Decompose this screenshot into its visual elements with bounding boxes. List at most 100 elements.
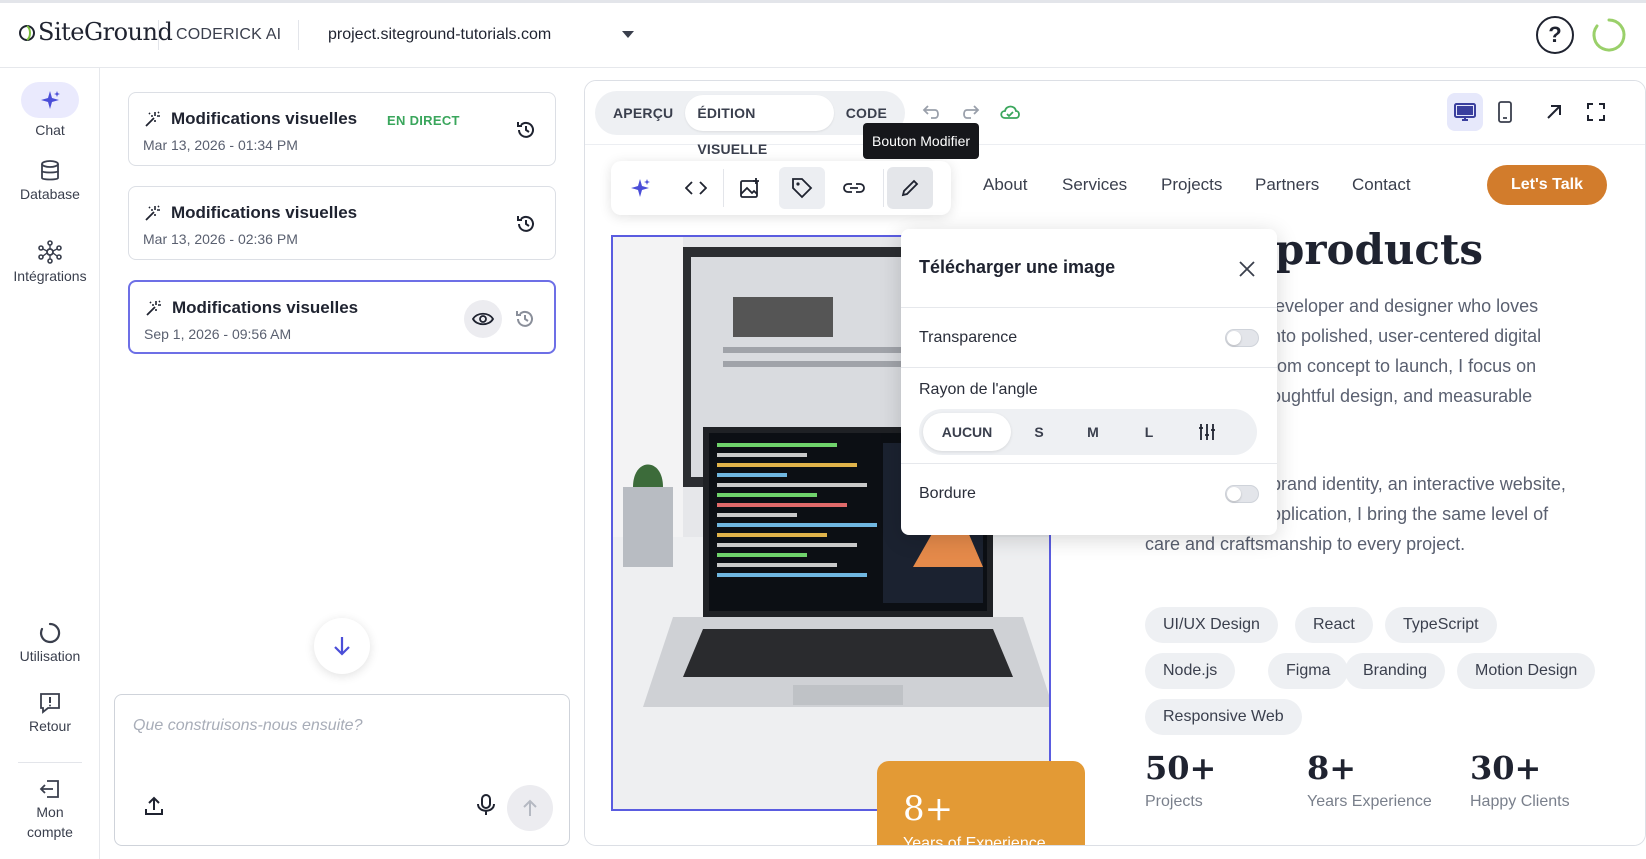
code-tool[interactable] bbox=[673, 167, 719, 209]
site-nav-about[interactable]: About bbox=[983, 175, 1027, 195]
skill-chip: Motion Design bbox=[1457, 653, 1596, 689]
site-selector[interactable]: project.siteground-tutorials.com bbox=[328, 26, 551, 44]
hero-paragraph-line[interactable]: rom concept to launch, I focus on bbox=[1271, 351, 1536, 381]
popover-title: Télécharger une image bbox=[919, 257, 1116, 277]
chevron-down-icon[interactable] bbox=[622, 30, 634, 40]
hero-paragraph-line[interactable]: brand identity, an interactive website, bbox=[1271, 469, 1566, 499]
link-icon bbox=[843, 183, 865, 193]
restore-history-icon[interactable] bbox=[515, 213, 537, 235]
undo-icon[interactable] bbox=[921, 101, 943, 123]
stat-number: 30+ bbox=[1470, 749, 1542, 787]
experience-number: 8+ bbox=[903, 789, 954, 829]
siteground-logo[interactable]: SiteGround bbox=[18, 18, 173, 46]
history-date: Mar 13, 2026 - 02:36 PM bbox=[143, 231, 298, 247]
arrow-down-icon bbox=[334, 637, 350, 656]
edit-button-tool[interactable] bbox=[887, 167, 933, 209]
tool-divider bbox=[723, 169, 724, 207]
divider bbox=[901, 367, 1277, 368]
nav-feedback-label: Retour bbox=[28, 718, 72, 734]
replace-image-tool[interactable] bbox=[727, 167, 773, 209]
edit-button-tooltip: Bouton Modifier bbox=[863, 123, 980, 159]
tag-icon bbox=[792, 178, 813, 199]
nav-database-label: Database bbox=[20, 186, 80, 202]
open-external-icon[interactable] bbox=[1543, 101, 1565, 123]
hero-paragraph-line[interactable]: leveloper and designer who loves bbox=[1271, 291, 1538, 321]
tab-visual-edit[interactable]: ÉDITION VISUELLE bbox=[685, 95, 834, 157]
radius-m-option[interactable]: M bbox=[1073, 413, 1113, 451]
site-nav-partners[interactable]: Partners bbox=[1255, 175, 1319, 195]
restore-history-icon[interactable] bbox=[515, 119, 537, 141]
custom-adjust-icon bbox=[1199, 424, 1215, 440]
radius-none-option[interactable]: AUCUN bbox=[923, 413, 1011, 451]
magic-wand-icon bbox=[146, 300, 161, 316]
divider bbox=[901, 463, 1277, 464]
divider bbox=[298, 20, 299, 50]
restore-history-icon[interactable] bbox=[514, 308, 536, 330]
corner-radius-label: Rayon de l'angle bbox=[919, 381, 1038, 398]
experience-badge[interactable]: 8+ Years of Experience bbox=[877, 761, 1085, 846]
nav-account-label-1: Mon bbox=[36, 804, 64, 820]
scroll-down-button[interactable] bbox=[314, 618, 370, 674]
element-edit-toolbar bbox=[611, 161, 951, 215]
tag-tool[interactable] bbox=[779, 167, 825, 209]
nav-account[interactable]: Mon compte bbox=[0, 778, 100, 840]
upload-icon[interactable] bbox=[143, 795, 165, 817]
image-edit-icon bbox=[740, 178, 759, 198]
skill-chip: Branding bbox=[1345, 653, 1446, 689]
nav-feedback[interactable]: Retour bbox=[0, 692, 100, 734]
mobile-icon bbox=[1498, 101, 1512, 123]
history-date: Mar 13, 2026 - 01:34 PM bbox=[143, 137, 298, 153]
transparency-toggle[interactable] bbox=[1225, 329, 1259, 347]
close-icon[interactable] bbox=[1237, 259, 1257, 279]
preview-pane: APERÇU ÉDITION VISUELLE CODE About Servi… bbox=[584, 80, 1646, 846]
experience-label: Years of Experience bbox=[903, 835, 1046, 846]
help-icon: ? bbox=[1548, 22, 1562, 47]
chat-input-placeholder[interactable]: Que construisons-nous ensuite? bbox=[133, 717, 362, 735]
top-stripe bbox=[0, 0, 1646, 3]
link-tool[interactable] bbox=[831, 167, 877, 209]
stat-number: 50+ bbox=[1145, 749, 1217, 787]
product-name: CODERICK AI bbox=[176, 26, 282, 43]
hero-paragraph-line[interactable]: oplication, I bring the same level of bbox=[1271, 499, 1548, 529]
stat-label: Years Experience bbox=[1307, 793, 1432, 810]
siteground-logo-icon bbox=[19, 25, 35, 41]
chat-composer[interactable]: Que construisons-nous ensuite? bbox=[114, 694, 570, 846]
send-button[interactable] bbox=[507, 785, 553, 831]
pencil-icon bbox=[901, 179, 919, 197]
help-button[interactable]: ? bbox=[1536, 16, 1574, 54]
radius-custom-option[interactable] bbox=[1187, 413, 1227, 451]
magic-wand-icon bbox=[145, 111, 160, 127]
ai-edit-tool[interactable] bbox=[617, 167, 663, 209]
history-card[interactable]: Modifications visuelles EN DIRECT Mar 13… bbox=[128, 92, 556, 166]
nav-chat-label: Chat bbox=[35, 122, 65, 138]
radius-l-option[interactable]: L bbox=[1129, 413, 1169, 451]
desktop-view-button[interactable] bbox=[1447, 93, 1483, 131]
nav-chat[interactable]: Chat bbox=[0, 82, 100, 138]
preview-version-button[interactable] bbox=[464, 300, 502, 338]
fullscreen-icon[interactable] bbox=[1585, 101, 1607, 123]
history-card-selected[interactable]: Modifications visuelles Sep 1, 2026 - 09… bbox=[128, 280, 556, 354]
microphone-icon[interactable] bbox=[475, 793, 497, 817]
preview-toolbar: APERÇU ÉDITION VISUELLE CODE bbox=[585, 81, 1645, 157]
site-nav-services[interactable]: Services bbox=[1062, 175, 1127, 195]
eye-icon bbox=[472, 312, 494, 326]
sparkle-icon bbox=[631, 179, 650, 197]
border-toggle[interactable] bbox=[1225, 485, 1259, 503]
nav-usage[interactable]: Utilisation bbox=[0, 622, 100, 664]
radius-s-option[interactable]: S bbox=[1019, 413, 1059, 451]
tab-preview[interactable]: APERÇU bbox=[601, 95, 685, 131]
cloud-saved-icon[interactable] bbox=[999, 101, 1021, 123]
hero-paragraph-line[interactable]: oughtful design, and measurable bbox=[1271, 381, 1532, 411]
mobile-view-button[interactable] bbox=[1487, 93, 1523, 131]
nav-integrations[interactable]: Intégrations bbox=[0, 240, 100, 284]
lets-talk-button[interactable]: Let's Talk bbox=[1487, 165, 1607, 205]
arrow-up-icon bbox=[523, 799, 537, 816]
site-nav-projects[interactable]: Projects bbox=[1161, 175, 1222, 195]
history-card[interactable]: Modifications visuelles Mar 13, 2026 - 0… bbox=[128, 186, 556, 260]
stat-label: Projects bbox=[1145, 793, 1203, 810]
site-nav-contact[interactable]: Contact bbox=[1352, 175, 1411, 195]
redo-icon[interactable] bbox=[959, 101, 981, 123]
hero-headline[interactable]: products bbox=[1275, 225, 1483, 274]
nav-database[interactable]: Database bbox=[0, 160, 100, 202]
hero-paragraph-line[interactable]: nto polished, user-centered digital bbox=[1271, 321, 1541, 351]
